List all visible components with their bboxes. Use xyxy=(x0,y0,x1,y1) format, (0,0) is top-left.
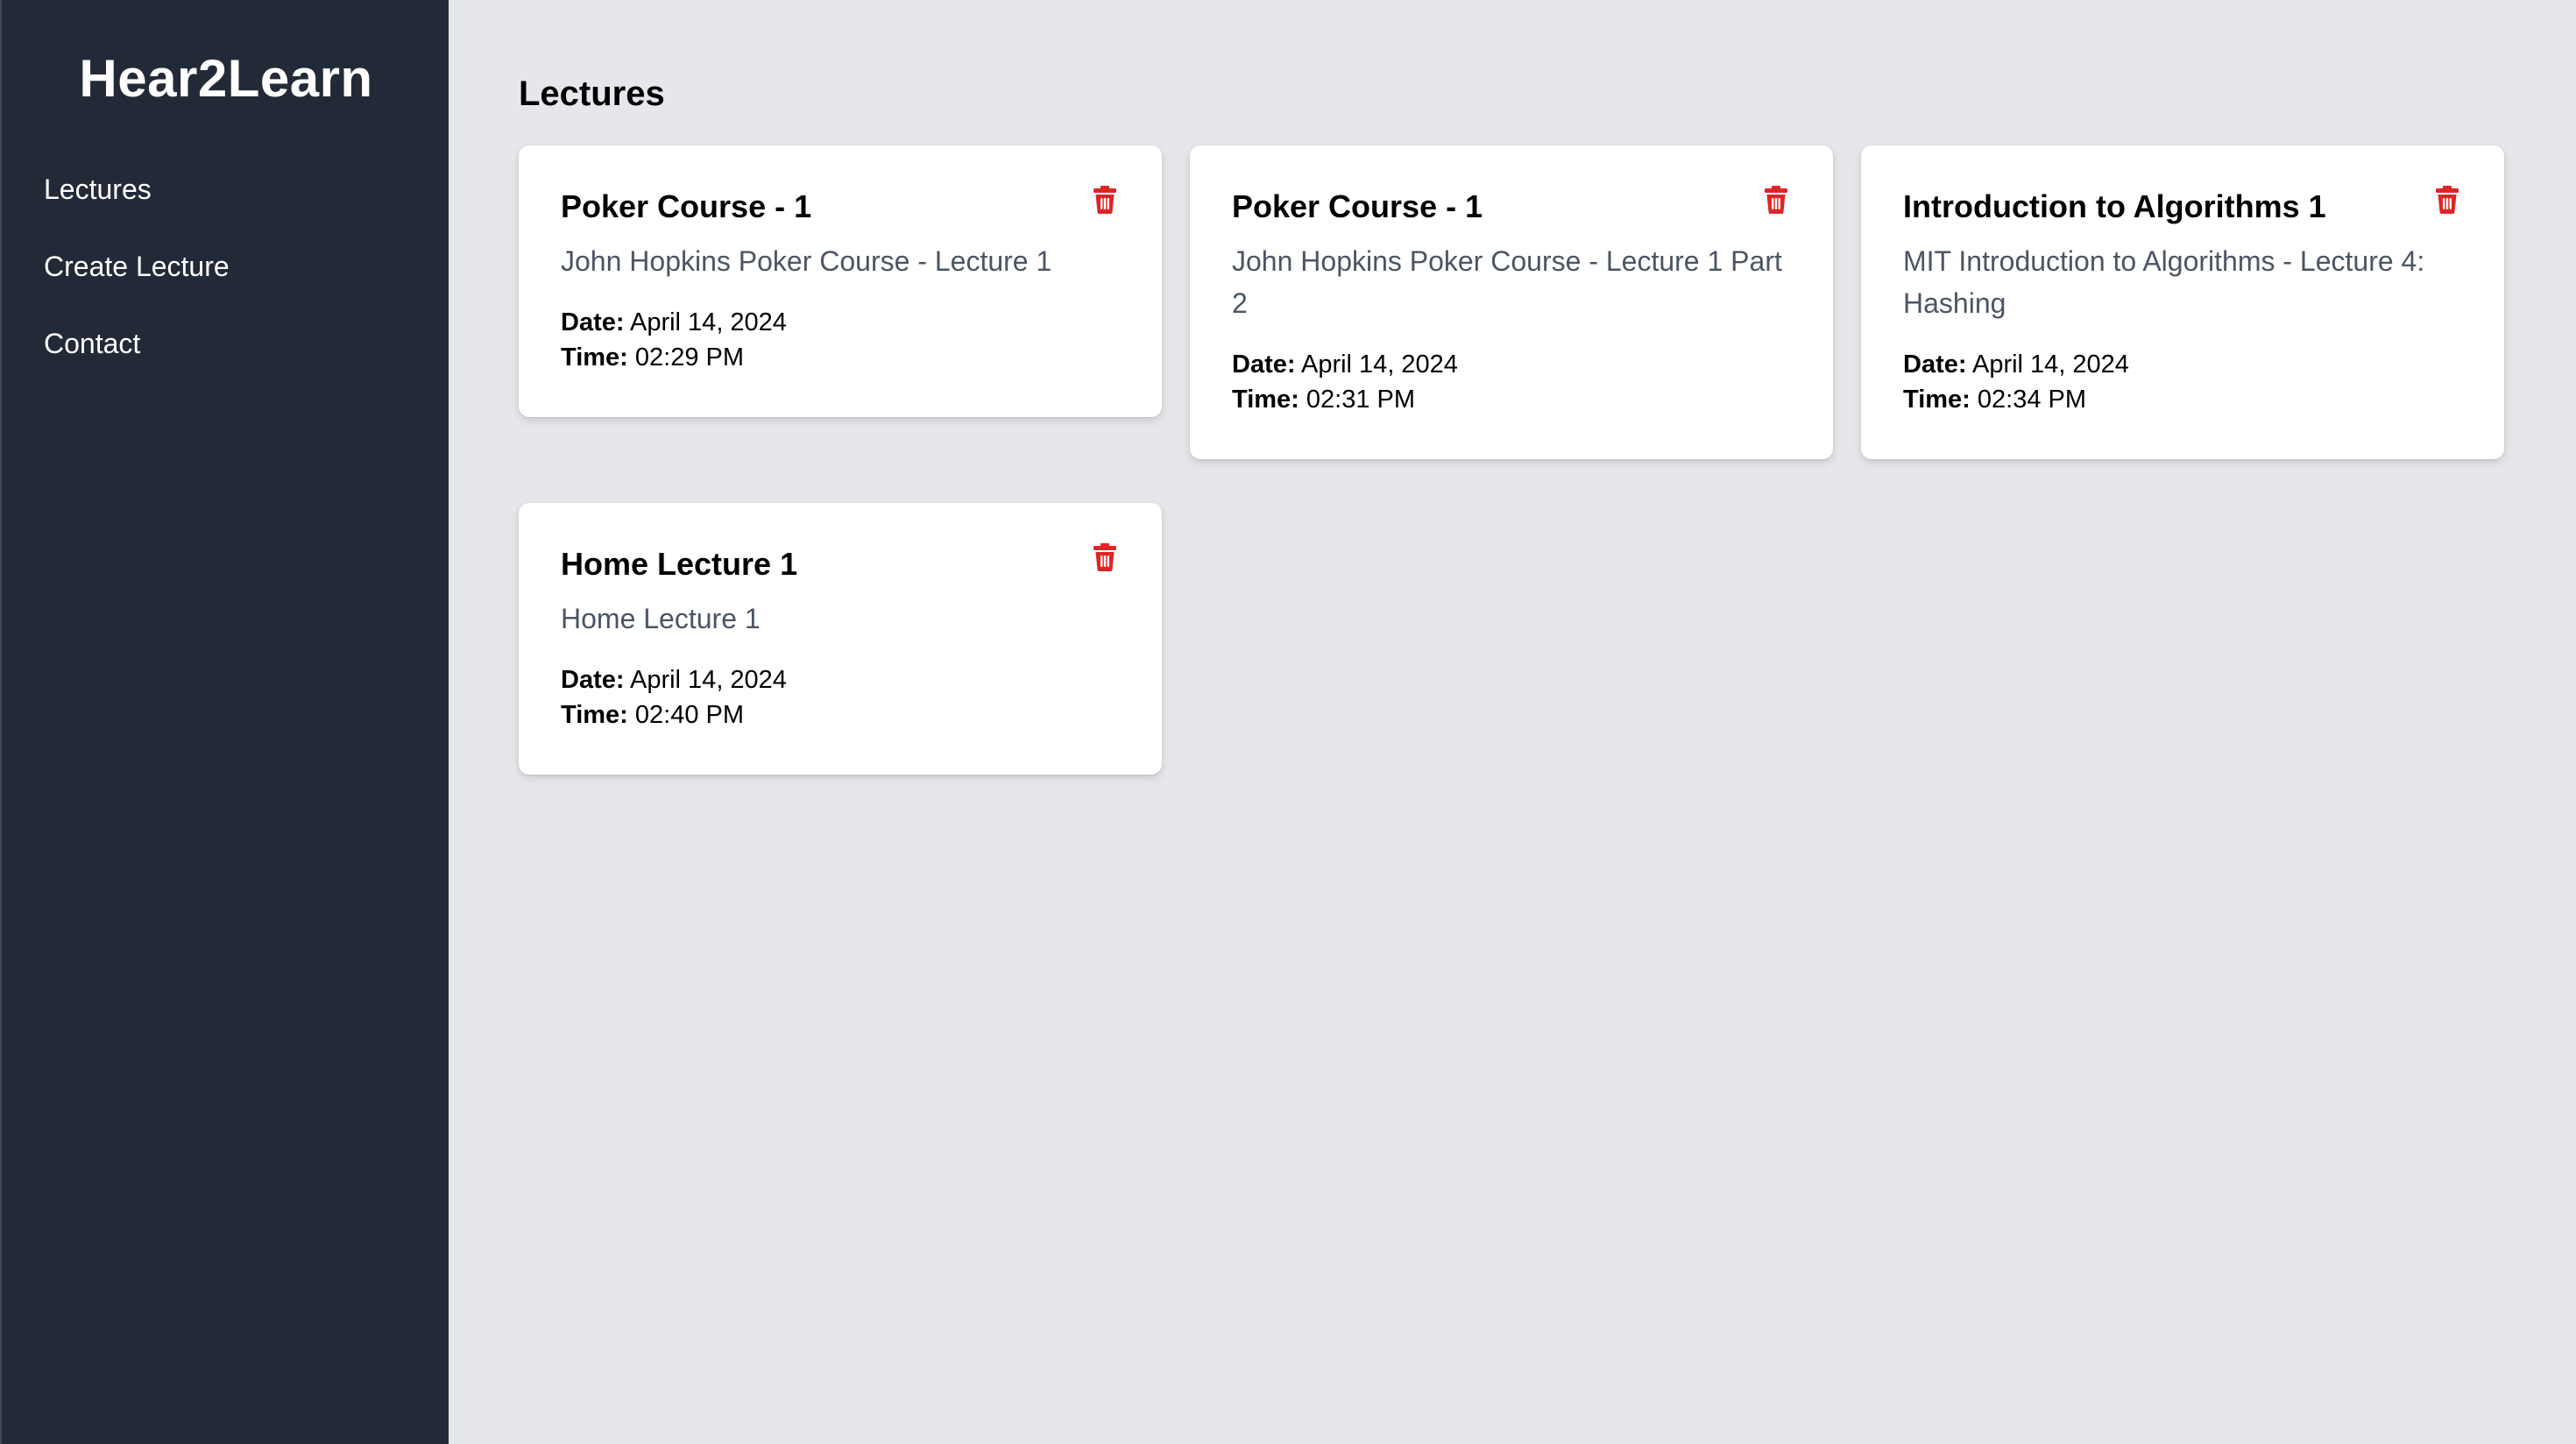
lecture-time-row: Time: 02:40 PM xyxy=(561,697,1120,733)
app-logo-text: Hear2Learn xyxy=(79,49,373,108)
lecture-time: 02:29 PM xyxy=(634,343,745,372)
app-window: Hear2Learn Lectures Create Lecture Conta… xyxy=(0,0,2576,1444)
lecture-time-row: Time: 02:34 PM xyxy=(1903,382,2462,417)
lecture-meta: Date: April 14, 2024 Time: 02:40 PM xyxy=(561,662,1120,733)
sidebar-item-lectures[interactable]: Lectures xyxy=(44,168,230,210)
lecture-title: Home Lecture 1 xyxy=(561,546,798,582)
lecture-date: April 14, 2024 xyxy=(1300,350,1458,379)
lecture-description: MIT Introduction to Algorithms - Lecture… xyxy=(1903,245,2425,319)
time-label: Time: xyxy=(561,701,628,729)
sidebar-item-create-lecture[interactable]: Create Lecture xyxy=(44,245,230,287)
lecture-card[interactable]: Poker Course - 1 John Hopkins Poker Cour… xyxy=(519,145,1162,417)
lecture-description: John Hopkins Poker Course - Lecture 1 xyxy=(561,245,1052,277)
date-label: Date: xyxy=(1903,350,1967,379)
page-title: Lectures xyxy=(519,74,665,113)
lecture-card[interactable]: Poker Course - 1 John Hopkins Poker Cour… xyxy=(1190,145,1833,459)
sidebar: Hear2Learn Lectures Create Lecture Conta… xyxy=(0,0,449,1444)
time-label: Time: xyxy=(1232,386,1299,414)
lecture-description: Home Lecture 1 xyxy=(561,603,761,634)
lecture-meta: Date: April 14, 2024 Time: 02:29 PM xyxy=(561,305,1120,375)
lecture-card[interactable]: Home Lecture 1 Home Lecture 1 Date: Apri… xyxy=(519,503,1162,775)
sidebar-item-contact[interactable]: Contact xyxy=(44,322,230,365)
lecture-time: 02:40 PM xyxy=(634,701,745,729)
trash-icon xyxy=(1093,543,1116,571)
lecture-date: April 14, 2024 xyxy=(629,666,787,694)
delete-button[interactable] xyxy=(2432,182,2462,217)
lecture-meta: Date: April 14, 2024 Time: 02:31 PM xyxy=(1232,347,1791,417)
main-content: Lectures Poker Course - 1 John Hopkins P… xyxy=(449,0,2576,1444)
lecture-time-row: Time: 02:29 PM xyxy=(561,340,1120,375)
trash-icon xyxy=(2436,186,2459,214)
lecture-date: April 14, 2024 xyxy=(1971,350,2129,379)
lecture-card[interactable]: Introduction to Algorithms 1 MIT Introdu… xyxy=(1861,145,2504,459)
lecture-title: Poker Course - 1 xyxy=(1232,188,1483,224)
lecture-date-row: Date: April 14, 2024 xyxy=(1903,347,2462,382)
date-label: Date: xyxy=(561,308,625,336)
lecture-time: 02:31 PM xyxy=(1306,386,1416,414)
time-label: Time: xyxy=(561,343,628,372)
lecture-date-row: Date: April 14, 2024 xyxy=(1232,347,1791,382)
lecture-title: Poker Course - 1 xyxy=(561,188,812,224)
date-label: Date: xyxy=(561,666,625,694)
lecture-date: April 14, 2024 xyxy=(629,308,787,336)
time-label: Time: xyxy=(1903,386,1971,414)
lecture-description: John Hopkins Poker Course - Lecture 1 Pa… xyxy=(1232,245,1782,319)
lecture-meta: Date: April 14, 2024 Time: 02:34 PM xyxy=(1903,347,2462,417)
sidebar-nav: Lectures Create Lecture Contact xyxy=(44,168,230,400)
lecture-date-row: Date: April 14, 2024 xyxy=(561,305,1120,340)
delete-button[interactable] xyxy=(1090,182,1120,217)
lecture-time-row: Time: 02:31 PM xyxy=(1232,382,1791,417)
trash-icon xyxy=(1093,186,1116,214)
delete-button[interactable] xyxy=(1761,182,1791,217)
lecture-date-row: Date: April 14, 2024 xyxy=(561,662,1120,697)
lecture-time: 02:34 PM xyxy=(1977,386,2087,414)
date-label: Date: xyxy=(1232,350,1296,379)
delete-button[interactable] xyxy=(1090,540,1120,575)
lecture-title: Introduction to Algorithms 1 xyxy=(1903,188,2326,224)
trash-icon xyxy=(1765,186,1787,214)
